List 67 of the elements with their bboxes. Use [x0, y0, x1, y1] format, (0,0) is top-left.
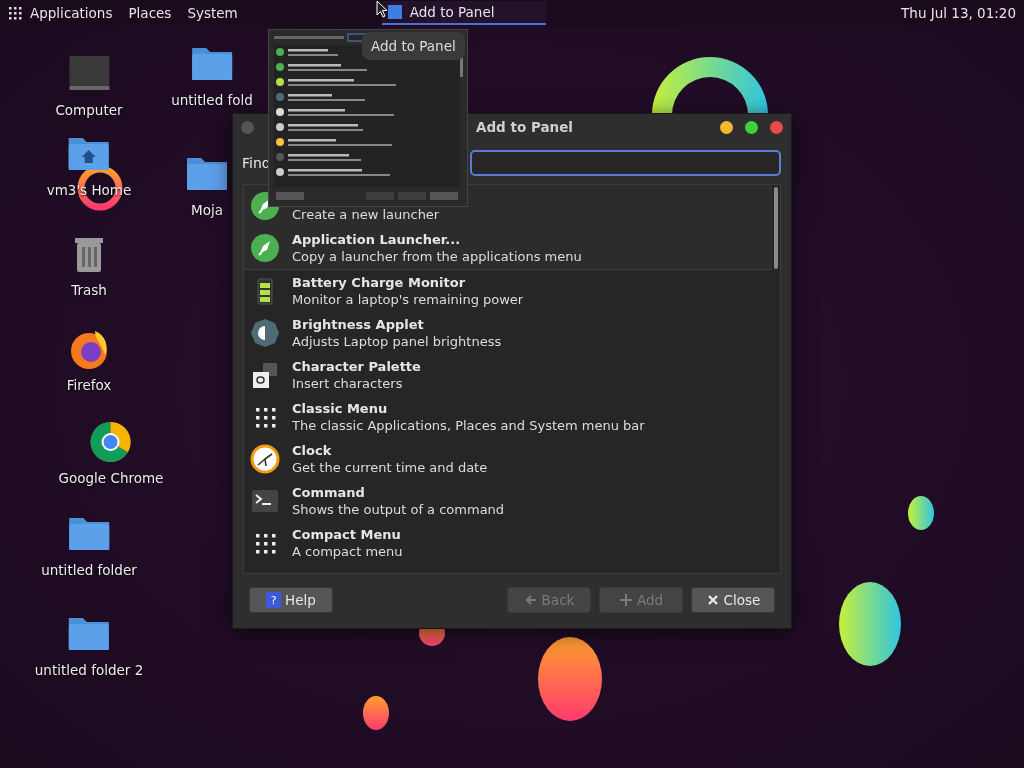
- menu-item[interactable]: System: [179, 5, 246, 21]
- window-title: Add to Panel: [476, 119, 573, 135]
- item-description: The classic Applications, Places and System menu bar: [292, 417, 645, 434]
- item-description: Create a new launcher: [292, 206, 440, 223]
- item-title: Brightness Applet: [292, 316, 425, 333]
- desktop-icon[interactable]: untitled folder 2: [34, 610, 144, 678]
- rocket-icon: [250, 233, 280, 263]
- character-icon: [250, 360, 280, 390]
- close-button[interactable]: Close: [691, 587, 775, 613]
- item-title: Application Launcher...: [292, 231, 462, 248]
- desktop-icon-label: untitled folder 2: [34, 662, 144, 678]
- item-description: Monitor a laptop's remaining power: [292, 291, 524, 308]
- desktop-icon-label: Firefox: [66, 377, 112, 393]
- window-icon: [387, 5, 402, 19]
- menu-item[interactable]: Places: [120, 5, 180, 21]
- menu-item[interactable]: Applications: [22, 5, 121, 21]
- minimize-button[interactable]: [720, 120, 733, 134]
- desktop-icon[interactable]: Firefox: [65, 325, 113, 393]
- clock[interactable]: Thu Jul 13, 01:20: [901, 5, 1016, 21]
- desktop-icon[interactable]: Trash: [65, 230, 113, 298]
- search-field[interactable]: [470, 150, 781, 176]
- mouse-cursor-icon: [376, 0, 388, 18]
- item-title: Compact Menu: [292, 526, 402, 543]
- desktop-icon[interactable]: Moja: [183, 150, 231, 218]
- plus-icon: [618, 593, 633, 607]
- desktop-icon-label: Computer: [55, 102, 123, 118]
- desktop-icon[interactable]: Computer: [55, 50, 123, 118]
- left-arrow-icon: [523, 593, 538, 607]
- list-item[interactable]: Battery Charge Monitor Monitor a laptop's remaining power: [244, 270, 772, 312]
- desktop-icon-label: untitled fold: [171, 92, 253, 108]
- tooltip: Add to Panel: [362, 32, 465, 60]
- item-title: Character Palette: [292, 358, 421, 375]
- desktop-icon-label: untitled folder: [41, 562, 137, 578]
- desktop-icon-label: Google Chrome: [58, 470, 164, 486]
- help-icon: ?: [266, 592, 282, 608]
- close-icon: [705, 593, 720, 607]
- maximize-button[interactable]: [745, 120, 758, 134]
- list-item[interactable]: Classic Menu The classic Applications, Places and System menu bar: [244, 396, 772, 438]
- item-title: Command: [292, 484, 366, 501]
- taskbar-button[interactable]: Add to Panel: [381, 1, 546, 25]
- brightness-icon: [250, 318, 280, 348]
- item-title: Clock: [292, 442, 333, 459]
- item-description: Adjusts Laptop panel brightness: [292, 333, 502, 350]
- desktop-icon-label: Moja: [191, 202, 223, 218]
- list-item[interactable]: Clock Get the current time and date: [244, 438, 772, 480]
- scrollbar-thumb[interactable]: [774, 187, 778, 269]
- item-description: Get the current time and date: [292, 459, 488, 476]
- desktop-icon[interactable]: untitled folder: [41, 510, 137, 578]
- help-button[interactable]: ? Help: [249, 587, 333, 613]
- item-description: A compact menu: [292, 543, 403, 560]
- item-description: Shows the output of a command: [292, 501, 505, 518]
- desktop-icon[interactable]: Google Chrome: [58, 418, 164, 486]
- list-item[interactable]: Application Launcher... Copy a launcher from the applications menu: [244, 227, 772, 270]
- list-item[interactable]: Compact Menu A compact menu: [244, 522, 772, 564]
- taskbar-label: Add to Panel: [409, 4, 495, 20]
- app-grid-icon[interactable]: [8, 6, 22, 20]
- desktop-icon[interactable]: untitled fold: [171, 40, 253, 108]
- list-item[interactable]: Character Palette Insert characters: [244, 354, 772, 396]
- desktop-icon-label: Trash: [71, 282, 107, 298]
- item-title: Classic Menu: [292, 400, 389, 417]
- clock-icon: [250, 444, 280, 474]
- list-item[interactable]: Brightness Applet Adjusts Laptop panel brightness: [244, 312, 772, 354]
- close-button[interactable]: [770, 120, 783, 134]
- item-description: Copy a launcher from the applications menu: [292, 248, 582, 265]
- item-title: Battery Charge Monitor: [292, 274, 467, 291]
- item-description: Insert characters: [292, 375, 404, 392]
- list-item[interactable]: Command Shows the output of a command: [244, 480, 772, 522]
